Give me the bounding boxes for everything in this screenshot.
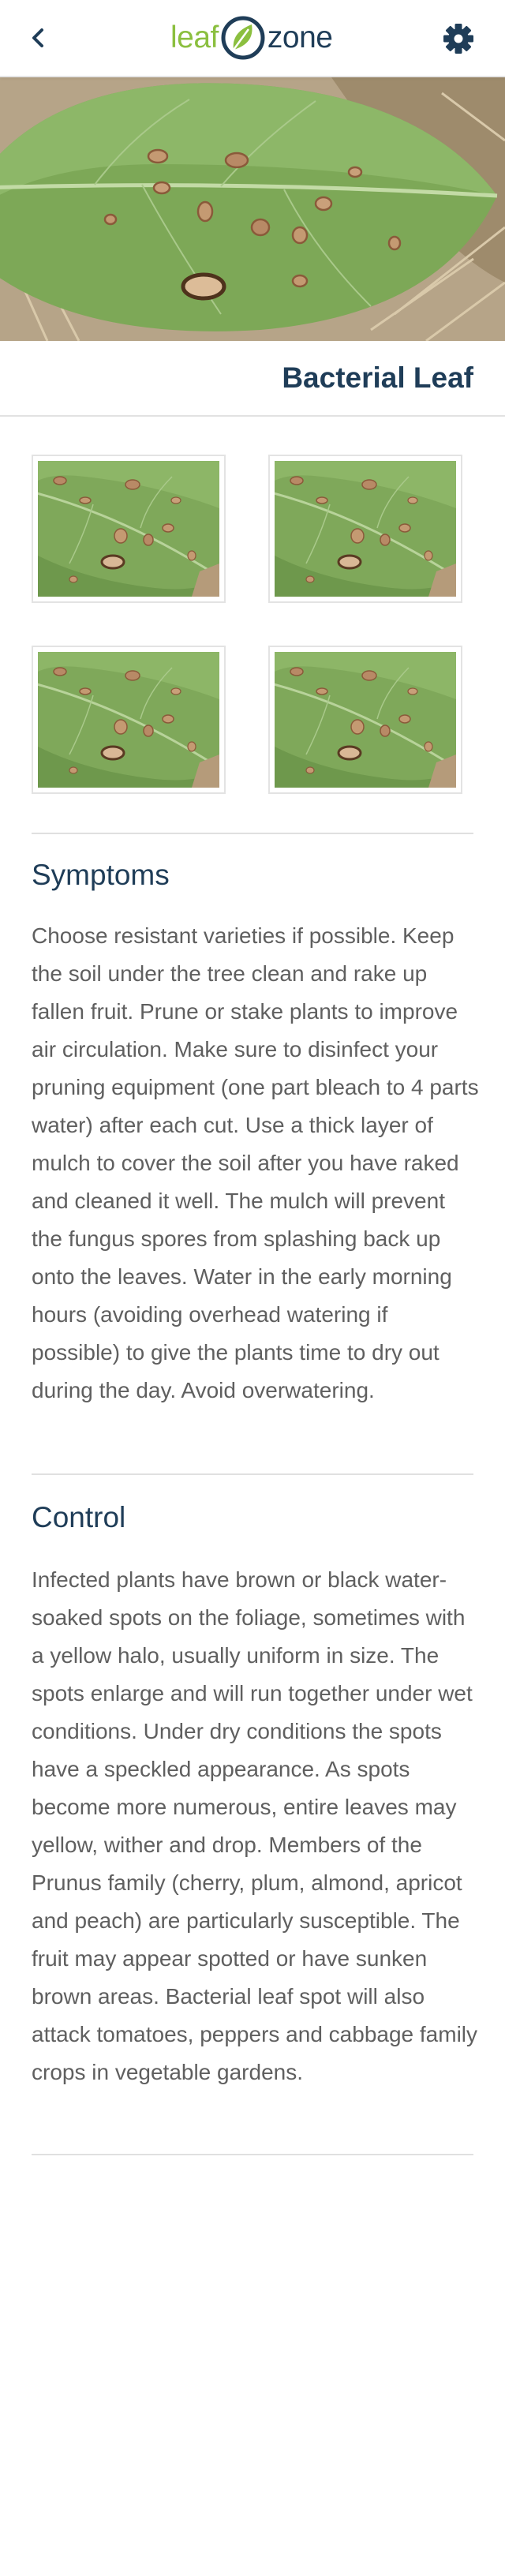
leaf-logo-icon [221, 16, 265, 60]
gear-icon [443, 24, 473, 54]
leaf-thumbnail-image [38, 461, 219, 597]
bacterial-leaf-photo [0, 77, 505, 341]
gallery-thumbnail[interactable] [32, 455, 226, 603]
hero-image [0, 77, 505, 341]
divider [32, 833, 473, 834]
back-button[interactable] [19, 19, 57, 57]
leaf-thumbnail-image [38, 652, 219, 788]
divider [32, 2154, 473, 2155]
logo-zone-text: zone [267, 21, 333, 54]
page-title: Bacterial Leaf [282, 361, 473, 394]
symptoms-heading: Symptoms [32, 859, 170, 891]
chevron-left-icon [32, 28, 43, 47]
control-text: Infected plants have brown or black wate… [32, 1567, 478, 2084]
app-header: leaf zone [0, 0, 505, 77]
logo-leaf-text: leaf [170, 21, 219, 54]
settings-button[interactable] [439, 19, 478, 58]
leaf-thumbnail-image [275, 652, 456, 788]
control-heading: Control [32, 1501, 126, 1533]
gallery-thumbnail[interactable] [32, 646, 226, 794]
title-bar: Bacterial Leaf [0, 341, 505, 417]
divider [32, 1473, 473, 1475]
symptoms-text: Choose resistant varieties if possible. … [32, 923, 479, 1402]
gallery-thumbnail[interactable] [268, 455, 462, 603]
leaf-thumbnail-image [275, 461, 456, 597]
gallery-thumbnail[interactable] [268, 646, 462, 794]
leafzone-logo: leaf zone [170, 13, 333, 63]
